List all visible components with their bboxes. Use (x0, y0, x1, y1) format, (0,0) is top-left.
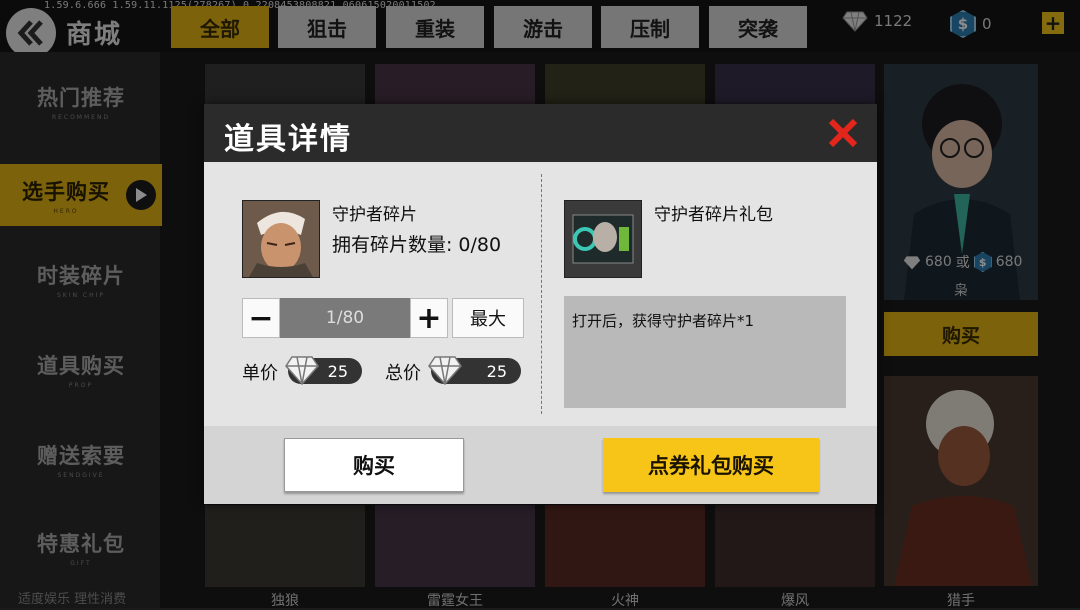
total-price-label: 总价 (385, 363, 421, 384)
item-name: 守护者碎片 (332, 205, 417, 225)
unit-price-pill: 25 (285, 356, 362, 386)
guardian-portrait-icon (243, 201, 319, 277)
quantity-stepper: − 1/80 + 最大 (242, 298, 524, 338)
quantity-field[interactable]: 1/80 (280, 298, 410, 338)
diamond-icon (285, 356, 319, 386)
dialog-title: 道具详情 (224, 122, 352, 157)
owned-label: 拥有碎片数量: (332, 234, 453, 256)
close-button[interactable] (824, 114, 862, 152)
max-button[interactable]: 最大 (452, 298, 524, 338)
decrease-button[interactable]: − (242, 298, 280, 338)
item-detail-dialog: 道具详情 守护者碎片 拥有碎片数量: 0/80 − 1/80 + 最大 单价 2… (204, 104, 877, 504)
buy-button[interactable]: 购买 (284, 438, 464, 492)
item-icon (242, 200, 320, 278)
pack-description-box: 打开后，获得守护者碎片*1 (564, 296, 846, 408)
unit-price-label: 单价 (242, 363, 278, 384)
total-price-value: 25 (486, 361, 507, 381)
pack-description: 打开后，获得守护者碎片*1 (572, 312, 755, 330)
section-divider (541, 174, 542, 414)
voucher-pack-buy-button[interactable]: 点券礼包购买 (603, 438, 819, 492)
unit-price-value: 25 (327, 361, 348, 381)
owned-value: 0/80 (458, 234, 502, 256)
pack-name: 守护者碎片礼包 (654, 205, 773, 225)
owned-count: 拥有碎片数量: 0/80 (332, 230, 501, 257)
gift-pack-icon (565, 201, 641, 277)
increase-button[interactable]: + (410, 298, 448, 338)
diamond-icon (428, 356, 462, 386)
total-price-pill: 25 (428, 356, 521, 386)
close-icon (828, 118, 858, 148)
pack-icon (564, 200, 642, 278)
